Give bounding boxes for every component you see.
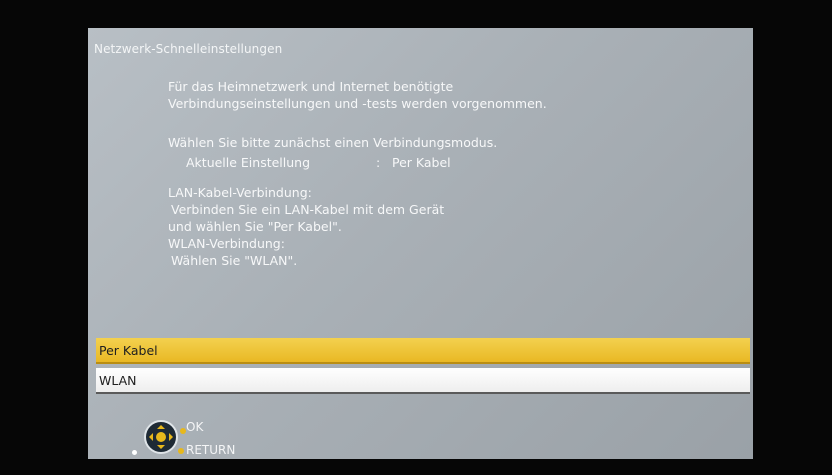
return-hint-label: RETURN [186, 443, 236, 457]
ok-hint-label: OK [186, 420, 204, 434]
arrow-right-icon [169, 433, 177, 441]
intro-text: Für das Heimnetzwerk und Internet benöti… [168, 78, 547, 112]
tv-bezel: Netzwerk-Schnelleinstellungen Für das He… [0, 0, 832, 475]
help-line-1: LAN-Kabel-Verbindung: [168, 185, 312, 200]
ok-center-icon [156, 432, 166, 442]
intro-line-1: Für das Heimnetzwerk und Internet benöti… [168, 79, 454, 94]
help-line-4: WLAN-Verbindung: [168, 236, 285, 251]
current-setting-label: Aktuelle Einstellung [186, 155, 311, 170]
arrow-down-icon [157, 445, 165, 453]
help-line-2: Verbinden Sie ein LAN-Kabel mit dem Gerä… [171, 202, 445, 217]
option-per-kabel[interactable]: Per Kabel [96, 338, 750, 364]
current-setting-value: Per Kabel [392, 155, 451, 170]
select-mode-prompt: Wählen Sie bitte zunächst einen Verbindu… [168, 135, 498, 150]
intro-line-2: Verbindungseinstellungen und -tests werd… [168, 96, 547, 111]
hint-dot-icon [132, 450, 137, 455]
help-line-5: Wählen Sie "WLAN". [171, 253, 298, 268]
current-setting-row: Aktuelle Einstellung: Per Kabel [186, 155, 451, 170]
dpad-icon [144, 420, 178, 454]
arrow-up-icon [157, 421, 165, 429]
return-button-icon [178, 448, 184, 454]
current-setting-separator: : [376, 155, 381, 170]
network-setup-screen: Netzwerk-Schnelleinstellungen Für das He… [88, 28, 753, 459]
help-text: LAN-Kabel-Verbindung: Verbinden Sie ein … [168, 184, 444, 269]
option-wlan[interactable]: WLAN [96, 368, 750, 394]
help-line-3: und wählen Sie "Per Kabel". [168, 219, 342, 234]
page-title: Netzwerk-Schnelleinstellungen [94, 42, 283, 56]
arrow-left-icon [145, 433, 153, 441]
remote-hints: OK RETURN [126, 418, 286, 458]
